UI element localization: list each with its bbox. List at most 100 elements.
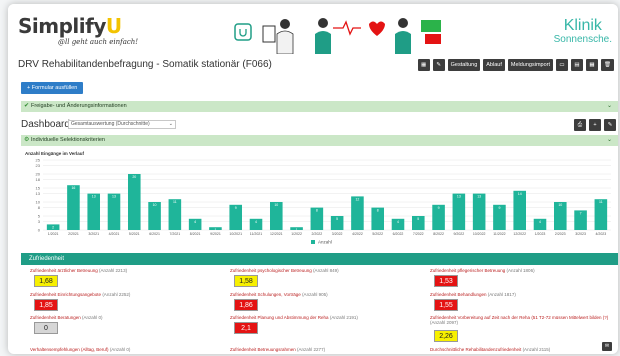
bar-label: 8 [316, 209, 318, 213]
metric-count: (Anzahl 2191) [329, 315, 358, 320]
bar-label: 7 [580, 211, 582, 215]
x-tick-label: 11/2022 [493, 232, 505, 236]
bar [452, 193, 466, 230]
bar-label: 9 [235, 206, 237, 210]
x-tick-label: 11/2021 [250, 232, 262, 236]
metric-label: Zufriedenheit Beratungen (Anzahl 0) [30, 315, 103, 320]
metric-value: 2,26 [434, 330, 458, 342]
legend-swatch [311, 240, 315, 244]
y-tick-label: 8 [38, 205, 41, 210]
metric-count: (Anzahl 2097) [430, 320, 459, 325]
x-tick-label: 1/2022 [291, 232, 302, 236]
bar-label: 12 [355, 197, 359, 201]
y-tick-label: 0 [38, 228, 41, 233]
metric-label: Zufriedenheit psychologischer Betreuung … [230, 268, 339, 273]
table-button[interactable]: ▦ [586, 59, 599, 71]
y-tick-label: 20 [36, 172, 41, 177]
metric-label: Durchschnittliche Rehabilitandenzufriede… [430, 347, 551, 352]
x-tick-label: 6/2021 [149, 232, 160, 236]
x-tick-label: 6/2022 [393, 232, 404, 236]
x-tick-label: 9/2021 [210, 232, 221, 236]
check-icon: ✔ [24, 103, 30, 109]
bar-label: 20 [132, 175, 136, 179]
bar [351, 196, 364, 230]
dashboards-label: Dashboards [21, 119, 75, 130]
bar [107, 193, 121, 230]
x-tick-label: 4/2022 [352, 232, 363, 236]
bar [67, 185, 80, 230]
selection-criteria-label: Individuelle Selektionskriterien [31, 137, 105, 143]
chevron-down-icon[interactable]: ⌄ [607, 101, 612, 112]
metric-label: Zufriedenheit Schulungen, Vorträge (Anza… [230, 292, 328, 297]
dashboards-row: Dashboards Gesamtauswertung (Durchschnit… [21, 118, 618, 132]
metric-value: 2,1 [234, 322, 258, 334]
bar [127, 174, 141, 230]
metric-value: 1,53 [434, 275, 458, 287]
x-tick-label: 3/2023 [575, 232, 586, 236]
metric-count: (Anzahl 1817) [487, 292, 516, 297]
delete-button[interactable]: 🗑 [601, 59, 614, 71]
bar-label: 13 [457, 195, 461, 199]
bar-label: 5 [336, 217, 338, 221]
x-tick-label: 1/2023 [535, 232, 546, 236]
metric-value: 1,58 [234, 275, 258, 287]
y-tick-label: 13 [36, 191, 41, 196]
x-tick-label: 4/2023 [595, 232, 606, 236]
bar-label: 4 [539, 220, 541, 224]
x-tick-label: 9/2022 [453, 232, 464, 236]
clinic-logo: Klinik Sonnensche. [553, 17, 612, 46]
x-tick-label: 2/2023 [555, 232, 566, 236]
bar-label: 9 [498, 206, 500, 210]
metric-label: Zufriedenheit Behandlungen (Anzahl 1817) [430, 292, 516, 297]
y-tick-label: 10 [36, 200, 41, 205]
bar-label: 13 [112, 195, 116, 199]
metric-label: Zufriedenheit ärztlicher Betreuung (Anza… [30, 268, 128, 273]
x-tick-label: 2/2021 [68, 232, 79, 236]
metric-label: Zufriedenheit Planung und Abstimmung der… [230, 315, 358, 320]
metric-count: (Anzahl 1806) [506, 268, 535, 273]
bar-label: 4 [255, 220, 257, 224]
metric-count: (Anzahl 905) [302, 292, 328, 297]
ablauf-button[interactable]: Ablauf [483, 59, 505, 71]
x-tick-label: 8/2022 [433, 232, 444, 236]
x-tick-label: 7/2022 [413, 232, 424, 236]
bar-label: 13 [92, 195, 96, 199]
chat-icon[interactable]: ✉ [602, 342, 612, 351]
bar [472, 193, 486, 230]
add-icon[interactable]: + [589, 119, 601, 131]
selection-criteria-bar[interactable]: ⚙ Individuelle Selektionskriterien ⌄ [21, 135, 618, 146]
toolbar: ▦ ✎ Gestaltung Ablauf Meldungsimport ▭ ▤… [417, 59, 614, 71]
dashboard-select[interactable]: Gesamtauswertung (Durchschnitte) ⌄ [68, 120, 176, 129]
x-tick-label: 10/2021 [229, 232, 242, 236]
x-tick-label: 7/2021 [169, 232, 180, 236]
gestaltung-button[interactable]: Gestaltung [447, 59, 481, 71]
chevron-down-icon[interactable]: ⌄ [607, 135, 612, 146]
fill-form-button[interactable]: + Formular ausfüllen [21, 82, 84, 94]
x-tick-label: 8/2021 [190, 232, 201, 236]
metric-count: (Anzahl 849) [313, 268, 339, 273]
header: SimplifyU @ll geht auch einfach! Klinik … [8, 4, 618, 54]
app-window: SimplifyU @ll geht auch einfach! Klinik … [8, 4, 618, 354]
chart-button[interactable]: ▭ [556, 59, 569, 71]
bar-label: 10 [558, 203, 562, 207]
print-button[interactable]: ▤ [571, 59, 584, 71]
metric-value: 1,55 [434, 299, 458, 311]
release-info-bar[interactable]: ✔ Freigabe- und Änderungsinformationen ⌄ [21, 101, 618, 112]
bar-label: 4 [397, 220, 399, 224]
x-tick-label: 3/2022 [332, 232, 343, 236]
slogan: @ll geht auch einfach! [58, 38, 139, 46]
edit-button[interactable]: ✎ [432, 59, 445, 71]
page: SimplifyU @ll geht auch einfach! Klinik … [0, 0, 620, 356]
grid-button[interactable]: ▦ [417, 59, 430, 71]
header-illustration [234, 18, 441, 54]
bar-label: 10 [153, 203, 157, 207]
title-bar: DRV Rehabilitandenbefragung - Somatik st… [8, 57, 618, 75]
gear-icon: ⚙ [24, 137, 30, 143]
edit-icon[interactable]: ✎ [604, 119, 616, 131]
metric-value: 1,86 [234, 299, 258, 311]
y-tick-label: 3 [38, 219, 41, 224]
print-icon[interactable]: ⎙ [574, 119, 586, 131]
meldungsimport-button[interactable]: Meldungsimport [507, 59, 554, 71]
dashboard-actions: ⎙ + ✎ [574, 119, 616, 131]
bar-label: 2 [52, 225, 54, 229]
